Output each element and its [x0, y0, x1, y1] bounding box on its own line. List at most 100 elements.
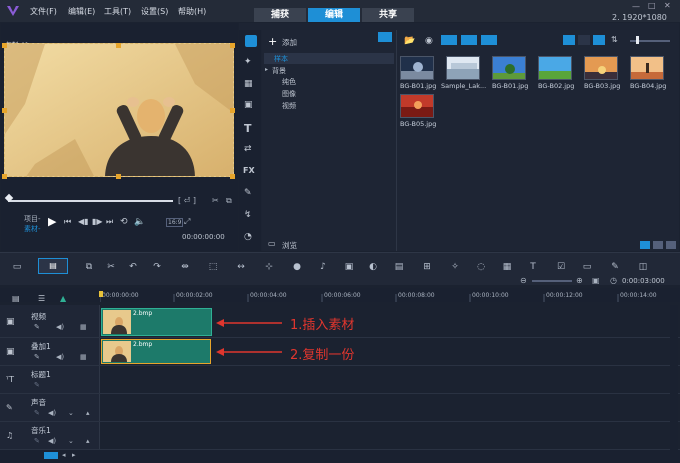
tree-item-background[interactable]: 背景: [272, 66, 286, 76]
3d-title-icon[interactable]: T: [526, 260, 540, 274]
list-view-icon[interactable]: [563, 35, 575, 45]
storyboard-view-icon[interactable]: ▭: [10, 260, 24, 274]
mute-icon[interactable]: ◀): [48, 409, 56, 417]
undo-icon[interactable]: ↶: [126, 260, 140, 274]
tree-item-sample[interactable]: 样本: [274, 54, 288, 64]
thumb-view-icon[interactable]: [593, 35, 605, 45]
thumbnail-bg-b05[interactable]: [400, 94, 434, 118]
subtitle-icon[interactable]: ▤: [392, 260, 406, 274]
sort-icon[interactable]: ⇅: [611, 35, 618, 44]
video-clip[interactable]: 2.bmp: [101, 308, 212, 336]
play-icon[interactable]: ▶: [48, 215, 56, 228]
edit-icon[interactable]: ✎: [34, 323, 40, 331]
minimize-icon[interactable]: —: [632, 2, 640, 11]
zoom-out-icon[interactable]: ⊖: [520, 276, 527, 285]
track-options-icon[interactable]: ▦: [80, 323, 87, 331]
redo-icon[interactable]: ↷: [150, 260, 164, 274]
detail-view-icon[interactable]: [578, 35, 590, 45]
chapter-icon[interactable]: ☰: [38, 294, 45, 303]
menu-file[interactable]: 文件(F): [30, 6, 57, 17]
crop-handle[interactable]: [230, 108, 235, 113]
go-start-icon[interactable]: ⏮: [64, 217, 71, 227]
crop-handle[interactable]: [230, 174, 235, 179]
record-voice-icon[interactable]: ●: [290, 260, 304, 274]
scrub-bar[interactable]: [8, 200, 173, 202]
crop-handle[interactable]: [116, 43, 121, 48]
crop-handle[interactable]: [2, 174, 7, 179]
collapse-icon[interactable]: ⌄: [68, 409, 74, 417]
options-icon[interactable]: [640, 241, 650, 249]
show-photo-icon[interactable]: [461, 35, 477, 45]
motion-icon[interactable]: ✎: [244, 188, 252, 198]
screen-icon[interactable]: ▭: [580, 260, 594, 274]
repeat-icon[interactable]: ⟲: [120, 217, 128, 227]
multicam-icon[interactable]: ⊞: [420, 260, 434, 274]
browse-label[interactable]: 浏览: [282, 240, 297, 251]
decoration-icon[interactable]: ▣: [244, 100, 253, 110]
fit-project-icon[interactable]: ▣: [592, 276, 600, 285]
edit-icon[interactable]: ✎: [34, 409, 40, 417]
clip-mode-label[interactable]: 素材-: [24, 224, 41, 234]
tab-capture[interactable]: 捕获: [254, 8, 306, 22]
tree-item-image[interactable]: 图像: [282, 89, 296, 99]
edit-icon[interactable]: ✎: [34, 353, 40, 361]
title-icon[interactable]: T: [244, 122, 252, 135]
browse-icon[interactable]: ▭: [268, 239, 276, 248]
zoom-slider[interactable]: [532, 280, 572, 282]
scroll-right-icon[interactable]: ▸: [72, 451, 76, 459]
thumb-size-handle[interactable]: [636, 36, 639, 44]
step-back-icon[interactable]: ◀▮: [78, 217, 89, 226]
transition-icon[interactable]: ⇄: [244, 144, 252, 154]
menu-tools[interactable]: 工具(T): [104, 6, 131, 17]
tab-share[interactable]: 共享: [362, 8, 414, 22]
timeline-scrollbar[interactable]: [670, 305, 678, 450]
import-folder-icon[interactable]: 📂: [404, 36, 415, 46]
media-icon[interactable]: ▣: [342, 260, 356, 274]
filter-icon[interactable]: FX: [243, 166, 255, 175]
tree-item-color[interactable]: 纯色: [282, 77, 296, 87]
thumbnail-sample-lake[interactable]: [446, 56, 480, 80]
gif-icon[interactable]: ◫: [636, 260, 650, 274]
crop-handle[interactable]: [230, 43, 235, 48]
aspect-ratio-button[interactable]: 16:9: [166, 218, 184, 227]
tree-item-video[interactable]: 视频: [282, 101, 296, 111]
tree-toggle-icon[interactable]: [378, 32, 392, 42]
path-icon[interactable]: ↯: [244, 210, 252, 220]
check-icon[interactable]: ☑: [554, 260, 568, 274]
menu-edit[interactable]: 编辑(E): [68, 6, 95, 17]
track-motion-icon[interactable]: ⊹: [262, 260, 276, 274]
cut-icon[interactable]: ✂: [212, 196, 219, 205]
track-manager-icon[interactable]: ▤: [12, 294, 20, 303]
panel-icon[interactable]: [666, 241, 676, 249]
mask-icon[interactable]: ◐: [366, 260, 380, 274]
expand-icon[interactable]: ▴: [86, 409, 90, 417]
graphics-icon[interactable]: ▦: [244, 79, 253, 89]
thumbnail-bg-b01-a[interactable]: [400, 56, 434, 80]
menu-help[interactable]: 帮助(H): [178, 6, 206, 17]
expand-arrow-icon[interactable]: ▸: [265, 66, 268, 73]
step-forward-icon[interactable]: ▮▶: [92, 217, 103, 226]
move-icon[interactable]: ↔: [234, 260, 248, 274]
fit-icon[interactable]: ⇹: [178, 260, 192, 274]
thumbnail-bg-b02[interactable]: [538, 56, 572, 80]
close-icon[interactable]: ✕: [664, 1, 671, 10]
scroll-mode-icon[interactable]: [44, 452, 58, 459]
thumbnail-bg-b04[interactable]: [630, 56, 664, 80]
add-icon[interactable]: +: [268, 35, 277, 48]
maximize-icon[interactable]: □: [648, 1, 656, 10]
track-options-icon[interactable]: ▦: [80, 353, 87, 361]
volume-icon[interactable]: 🔈: [134, 217, 145, 227]
timecode-display[interactable]: 00:00:00:00: [182, 233, 225, 241]
edit-icon[interactable]: ✎: [34, 437, 40, 445]
fullscreen-icon[interactable]: ⤢: [184, 217, 190, 227]
overlay-clip[interactable]: 2.bmp: [101, 339, 211, 364]
crop-handle[interactable]: [2, 43, 7, 48]
audio-mixer-icon[interactable]: ♪: [316, 260, 330, 274]
thumbnail-bg-b01-b[interactable]: [492, 56, 526, 80]
ripple-edit-icon[interactable]: ▲: [60, 294, 66, 303]
preview-window[interactable]: [4, 43, 234, 177]
show-video-icon[interactable]: [441, 35, 457, 45]
project-duration[interactable]: 0:00:03:000: [622, 277, 665, 285]
playhead[interactable]: [99, 291, 103, 297]
zoom-in-icon[interactable]: ⊕: [576, 276, 583, 285]
